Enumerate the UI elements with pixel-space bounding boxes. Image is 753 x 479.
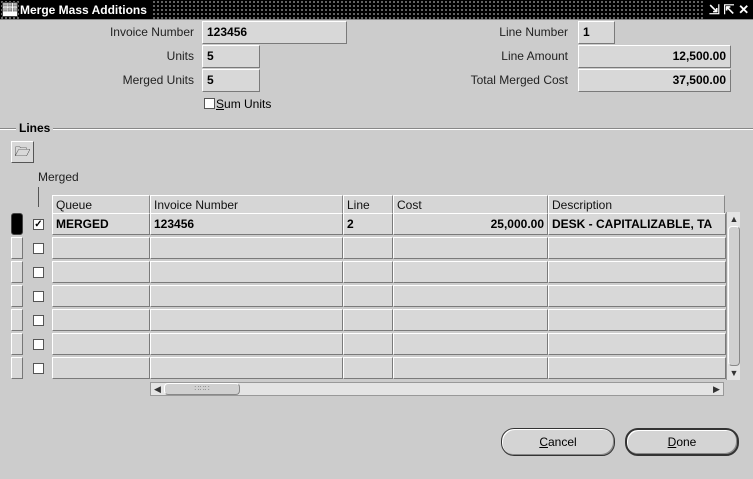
cell-line[interactable] — [343, 357, 393, 379]
sum-units-checkbox[interactable] — [204, 98, 215, 109]
merged-units-field[interactable]: 5 — [202, 69, 260, 92]
merged-checkbox[interactable] — [33, 291, 44, 302]
vertical-scrollbar[interactable]: ▲ ▼ — [726, 212, 740, 380]
invoice-number-field[interactable]: 123456 — [202, 21, 347, 44]
lines-section-title: Lines — [16, 121, 54, 135]
title-bar: ▤▤▤ ▤▤▤ Merge Mass Additions ⇲ ⇱ ✕ — [0, 0, 753, 20]
cell-cost[interactable]: 25,000.00 — [393, 213, 548, 235]
folder-button[interactable]: 🗁 — [11, 141, 34, 163]
cell-cost[interactable] — [393, 309, 548, 331]
cell-queue[interactable] — [52, 357, 150, 379]
cell-invoice-number[interactable] — [150, 261, 343, 283]
cell-line[interactable]: 2 — [343, 213, 393, 235]
cell-cost[interactable] — [393, 237, 548, 259]
cell-line[interactable] — [343, 309, 393, 331]
cell-description[interactable] — [548, 333, 726, 355]
units-field[interactable]: 5 — [202, 45, 260, 68]
scroll-up-icon[interactable]: ▲ — [728, 212, 740, 226]
cell-description[interactable] — [548, 357, 726, 379]
cell-cost[interactable] — [393, 261, 548, 283]
invoice-number-label: Invoice Number — [109, 25, 194, 39]
cell-description[interactable] — [548, 261, 726, 283]
scroll-right-icon[interactable]: ▶ — [710, 383, 723, 395]
merged-checkbox[interactable] — [33, 363, 44, 374]
col-header-description: Description — [548, 195, 725, 214]
row-indicator[interactable] — [11, 285, 23, 307]
cell-invoice-number[interactable] — [150, 285, 343, 307]
line-amount-label: Line Amount — [501, 49, 568, 63]
cell-invoice-number[interactable] — [150, 309, 343, 331]
line-number-label: Line Number — [499, 25, 568, 39]
total-merged-cost-field[interactable]: 37,500.00 — [578, 69, 731, 92]
col-header-invoice-number: Invoice Number — [150, 195, 343, 214]
window-controls: ⇲ ⇱ ✕ — [705, 0, 753, 19]
cell-invoice-number[interactable] — [150, 333, 343, 355]
merged-column-marker — [38, 187, 39, 207]
merged-checkbox[interactable] — [33, 243, 44, 254]
merged-checkbox[interactable] — [33, 315, 44, 326]
cell-line[interactable] — [343, 237, 393, 259]
done-button[interactable]: Done — [625, 428, 739, 456]
scroll-left-icon[interactable]: ◀ — [151, 383, 164, 395]
horizontal-scroll-thumb[interactable]: ∷∷∷ — [164, 383, 240, 395]
cell-line[interactable] — [343, 261, 393, 283]
cell-queue[interactable]: MERGED — [52, 213, 150, 235]
scroll-down-icon[interactable]: ▼ — [728, 366, 740, 380]
cell-description[interactable] — [548, 309, 726, 331]
merged-checkbox[interactable] — [33, 339, 44, 350]
line-amount-field[interactable]: 12,500.00 — [578, 45, 731, 68]
row-indicator[interactable] — [11, 309, 23, 331]
cell-cost[interactable] — [393, 333, 548, 355]
cell-queue[interactable] — [52, 261, 150, 283]
col-header-queue: Queue — [52, 195, 150, 214]
row-indicator[interactable] — [11, 213, 23, 235]
sum-units-label[interactable]: Sum Units — [216, 96, 271, 112]
merged-checkbox[interactable] — [33, 267, 44, 278]
cell-line[interactable] — [343, 333, 393, 355]
cell-invoice-number[interactable]: 123456 — [150, 213, 343, 235]
cell-invoice-number[interactable] — [150, 237, 343, 259]
row-indicator[interactable] — [11, 261, 23, 283]
cell-cost[interactable] — [393, 357, 548, 379]
row-indicator[interactable] — [11, 357, 23, 379]
units-label: Units — [166, 49, 194, 63]
cell-queue[interactable] — [52, 333, 150, 355]
cell-invoice-number[interactable] — [150, 357, 343, 379]
cancel-button[interactable]: Cancel — [501, 428, 615, 456]
cell-queue[interactable] — [52, 309, 150, 331]
restore-icon[interactable]: ⇱ — [724, 3, 735, 16]
cell-description[interactable] — [548, 285, 726, 307]
minimize-icon[interactable]: ⇲ — [709, 3, 720, 16]
merged-units-label: Merged Units — [122, 73, 194, 87]
close-icon[interactable]: ✕ — [738, 3, 749, 16]
merged-checkbox[interactable]: ✓ — [33, 219, 44, 230]
cell-description[interactable] — [548, 237, 726, 259]
row-indicator[interactable] — [11, 333, 23, 355]
cell-cost[interactable] — [393, 285, 548, 307]
window-title: Merge Mass Additions — [19, 1, 151, 19]
cell-description[interactable]: DESK - CAPITALIZABLE, TA — [548, 213, 726, 235]
app-icon: ▤▤▤ ▤▤▤ — [2, 2, 18, 17]
row-indicator[interactable] — [11, 237, 23, 259]
section-divider — [0, 128, 753, 130]
line-number-field[interactable]: 1 — [578, 21, 615, 44]
col-header-line: Line — [343, 195, 393, 214]
merged-column-label: Merged — [38, 170, 79, 184]
folder-icon: 🗁 — [14, 144, 31, 159]
horizontal-scrollbar[interactable]: ◀ ∷∷∷ ▶ — [150, 382, 724, 396]
cell-queue[interactable] — [52, 237, 150, 259]
cell-queue[interactable] — [52, 285, 150, 307]
col-header-cost: Cost — [393, 195, 548, 214]
vertical-scroll-thumb[interactable] — [728, 226, 740, 366]
total-merged-cost-label: Total Merged Cost — [470, 73, 568, 87]
cell-line[interactable] — [343, 285, 393, 307]
